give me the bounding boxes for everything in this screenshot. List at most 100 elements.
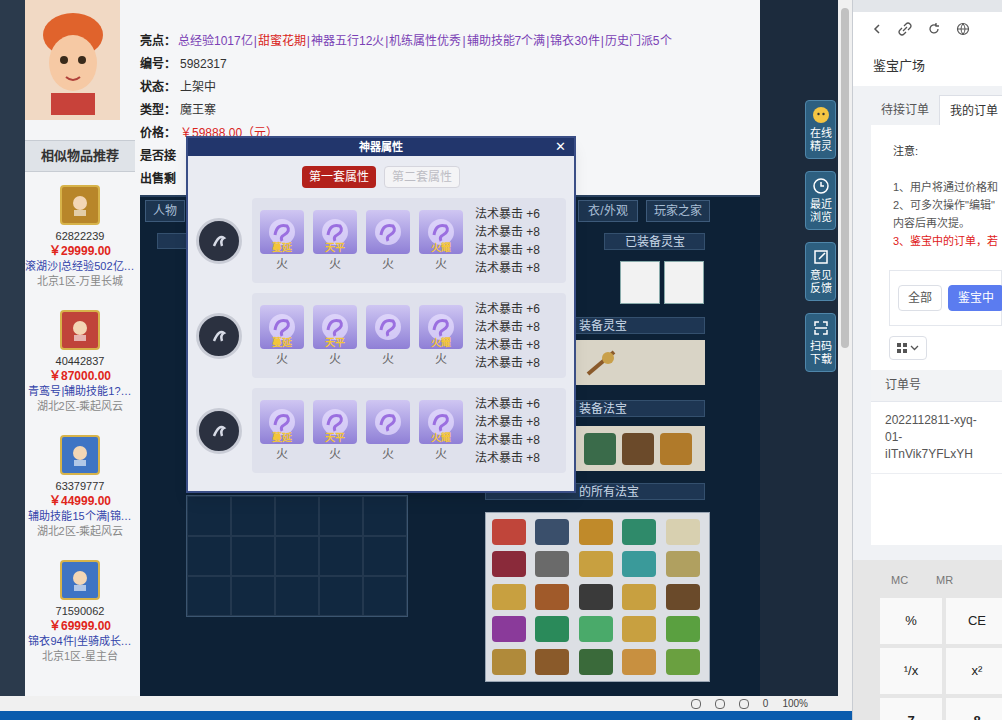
fabao-icon[interactable] <box>492 649 526 675</box>
fabao-icon[interactable] <box>622 433 654 465</box>
set-tab[interactable]: 第二套属性 <box>384 166 460 188</box>
calc-key[interactable]: CE <box>946 598 1002 644</box>
fabao-icon[interactable] <box>579 519 613 545</box>
highlight-link[interactable]: 机练属性优秀 <box>389 32 461 50</box>
highlight-link[interactable]: 甜蜜花期 <box>258 32 306 50</box>
calc-key[interactable]: 7 <box>880 698 942 720</box>
back-icon[interactable] <box>871 23 883 35</box>
zoom-level[interactable]: 100% <box>782 696 808 711</box>
gem[interactable]: 火 <box>366 305 410 366</box>
detail-tab[interactable]: 衣/外观 <box>578 200 638 222</box>
order-tab[interactable]: 我的订单 <box>939 95 1002 125</box>
inventory-slot[interactable] <box>363 496 407 536</box>
fabao-icon[interactable] <box>622 584 656 610</box>
gem[interactable]: 天平火 <box>313 210 357 271</box>
side-tool[interactable]: 最近浏览 <box>805 171 836 230</box>
gem[interactable]: 火耀火 <box>419 400 463 461</box>
gem[interactable]: 火耀火 <box>419 305 463 366</box>
scroll-thumb[interactable] <box>841 8 849 348</box>
gem[interactable]: 火 <box>366 210 410 271</box>
highlight-link[interactable]: 辅助技能7个满 <box>467 32 546 50</box>
inventory-slot[interactable] <box>187 496 231 536</box>
gem[interactable]: 天平火 <box>313 305 357 366</box>
inventory-slot[interactable] <box>231 536 275 576</box>
side-tool[interactable]: 扫码下载 <box>805 313 836 372</box>
inventory-slot[interactable] <box>319 536 363 576</box>
fabao-icon[interactable] <box>660 433 692 465</box>
fabao-icon[interactable] <box>584 433 616 465</box>
link-icon[interactable] <box>898 22 912 36</box>
detail-tab[interactable]: 人物 <box>145 200 185 222</box>
fabao-icon[interactable] <box>579 584 613 610</box>
gem[interactable]: 天平火 <box>313 400 357 461</box>
fabao-icon[interactable] <box>579 551 613 577</box>
view-dropdown[interactable] <box>889 336 927 360</box>
similar-item[interactable]: 71590062￥69999.00锦衣94件|坐骑成长…北京1区-星主台 <box>25 547 135 672</box>
close-button[interactable]: ✕ <box>555 138 566 156</box>
calc-key[interactable]: 8 <box>946 698 1002 720</box>
refresh-icon[interactable] <box>927 22 941 36</box>
lingbao-icon[interactable] <box>584 346 618 380</box>
scrollbar[interactable] <box>838 0 852 696</box>
inventory-slot[interactable] <box>275 496 319 536</box>
table-row[interactable]: 2022112811-xyq-01-iITnVik7YFLxYH <box>871 402 1002 474</box>
inventory-slot[interactable] <box>231 496 275 536</box>
inventory-slot[interactable] <box>231 576 275 616</box>
set-tab[interactable]: 第一套属性 <box>302 166 376 188</box>
gem[interactable]: 蔓延火 <box>260 210 304 271</box>
highlight-link[interactable]: 锦衣30件 <box>550 32 599 50</box>
fabao-icon[interactable] <box>492 616 526 642</box>
inventory-slot[interactable] <box>187 536 231 576</box>
fabao-icon[interactable] <box>492 584 526 610</box>
filter-button[interactable]: 全部 <box>898 285 942 311</box>
highlight-link[interactable]: 历史门派5个 <box>605 32 672 50</box>
calc-key[interactable]: ¹/x <box>880 648 942 694</box>
inventory-slot[interactable] <box>275 536 319 576</box>
lingbao-slot[interactable] <box>620 261 660 304</box>
inventory-slot[interactable] <box>363 576 407 616</box>
similar-item[interactable]: 63379777￥44999.00辅助技能15个满|锦…湖北2区-乘起风云 <box>25 422 135 547</box>
fabao-icon[interactable] <box>535 616 569 642</box>
highlight-link[interactable]: 总经验1017亿 <box>178 32 253 50</box>
fabao-icon[interactable] <box>579 649 613 675</box>
fabao-icon[interactable] <box>666 616 700 642</box>
fabao-icon[interactable] <box>622 616 656 642</box>
fabao-icon[interactable] <box>492 519 526 545</box>
highlight-link[interactable]: 神器五行12火 <box>311 32 384 50</box>
calc-key[interactable]: x² <box>946 648 1002 694</box>
gem[interactable]: 火耀火 <box>419 210 463 271</box>
inventory-slot[interactable] <box>363 536 407 576</box>
order-tab[interactable]: 待接订单 <box>871 95 939 125</box>
fabao-icon[interactable] <box>622 551 656 577</box>
fabao-icon[interactable] <box>535 519 569 545</box>
filter-button[interactable]: 鉴宝中 <box>948 285 1002 311</box>
gem[interactable]: 蔓延火 <box>260 305 304 366</box>
fabao-icon[interactable] <box>666 649 700 675</box>
fabao-icon[interactable] <box>535 551 569 577</box>
side-tool[interactable]: 意见反馈 <box>805 242 836 301</box>
fabao-icon[interactable] <box>579 616 613 642</box>
similar-item[interactable]: 62822239￥29999.00滚湖沙|总经验502亿…北京1区-万里长城 <box>25 172 135 297</box>
side-tool[interactable]: 在线精灵 <box>805 100 836 159</box>
fabao-icon[interactable] <box>535 649 569 675</box>
fabao-icon[interactable] <box>535 584 569 610</box>
inventory-slot[interactable] <box>275 576 319 616</box>
gem[interactable]: 火 <box>366 400 410 461</box>
similar-item[interactable]: 40442837￥87000.00青鸾号|辅助技能1?…湖北2区-乘起风云 <box>25 297 135 422</box>
fabao-icon[interactable] <box>666 584 700 610</box>
fabao-icon[interactable] <box>666 519 700 545</box>
gem[interactable]: 蔓延火 <box>260 400 304 461</box>
fabao-icon[interactable] <box>666 551 700 577</box>
lingbao-slot[interactable] <box>664 261 704 304</box>
fabao-icon[interactable] <box>622 519 656 545</box>
inventory-slot[interactable] <box>187 576 231 616</box>
memory-button[interactable]: MR <box>936 572 953 589</box>
memory-button[interactable]: MC <box>891 572 908 589</box>
fabao-icon[interactable] <box>622 649 656 675</box>
calc-key[interactable]: % <box>880 598 942 644</box>
fabao-icon[interactable] <box>492 551 526 577</box>
inventory-slot[interactable] <box>319 496 363 536</box>
globe-icon[interactable] <box>956 22 970 36</box>
inventory-slot[interactable] <box>319 576 363 616</box>
detail-tab[interactable]: 玩家之家 <box>646 200 710 222</box>
